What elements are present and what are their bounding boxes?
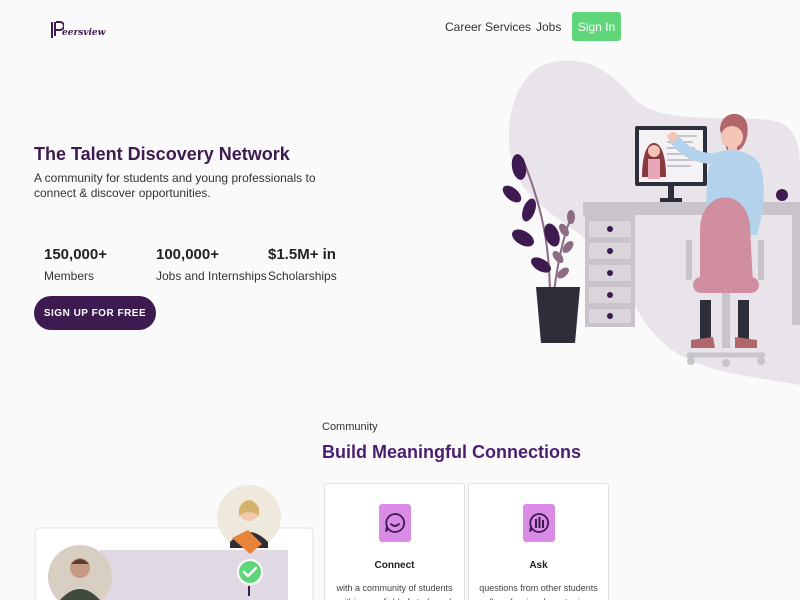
hero-subtitle: A community for students and young profe… [34, 171, 316, 200]
nav-link-jobs[interactable]: Jobs [536, 20, 561, 34]
community-illustration [34, 485, 314, 600]
stat-members: 150,000+ Members [44, 246, 107, 283]
stat-jobs: 100,000+ Jobs and Internships [156, 246, 267, 283]
hero-title: The Talent Discovery Network [34, 144, 290, 164]
top-nav: eersview Career Services Jobs Sign In [0, 0, 800, 54]
logo-text: eersview [62, 28, 106, 38]
sign-in-button[interactable]: Sign In [572, 12, 621, 41]
stat-label: Scholarships [268, 269, 337, 283]
check-badge-icon [237, 559, 263, 585]
stat-number: 150,000+ [44, 246, 107, 263]
stat-number: $1.5M+ in [268, 246, 336, 263]
logo-mark-icon [51, 21, 64, 38]
card-title: Ask [529, 560, 548, 571]
stat-label: Members [44, 269, 95, 283]
sign-up-button[interactable]: SIGN UP FOR FREE [34, 296, 156, 330]
card-text: questions from other students & professi… [479, 583, 598, 600]
chat-question-icon [523, 504, 555, 542]
feature-card-connect: Connect with a community of students wit… [324, 483, 465, 600]
section-eyebrow: Community [322, 421, 378, 433]
hero-illustration [502, 60, 800, 385]
stat-scholarships: $1.5M+ in Scholarships [268, 246, 337, 283]
section-title: Build Meaningful Connections [322, 442, 581, 462]
card-text: with a community of students within your… [336, 583, 453, 600]
stat-label: Jobs and Internships [156, 269, 267, 283]
apple [776, 189, 788, 201]
stat-number: 100,000+ [156, 246, 219, 263]
chat-smile-icon [379, 504, 411, 542]
nav-link-career-services[interactable]: Career Services [445, 20, 531, 34]
card-title: Connect [374, 560, 415, 571]
peersview-logo[interactable]: eersview [50, 21, 105, 39]
feature-card-ask: Ask questions from other students & prof… [468, 483, 609, 600]
